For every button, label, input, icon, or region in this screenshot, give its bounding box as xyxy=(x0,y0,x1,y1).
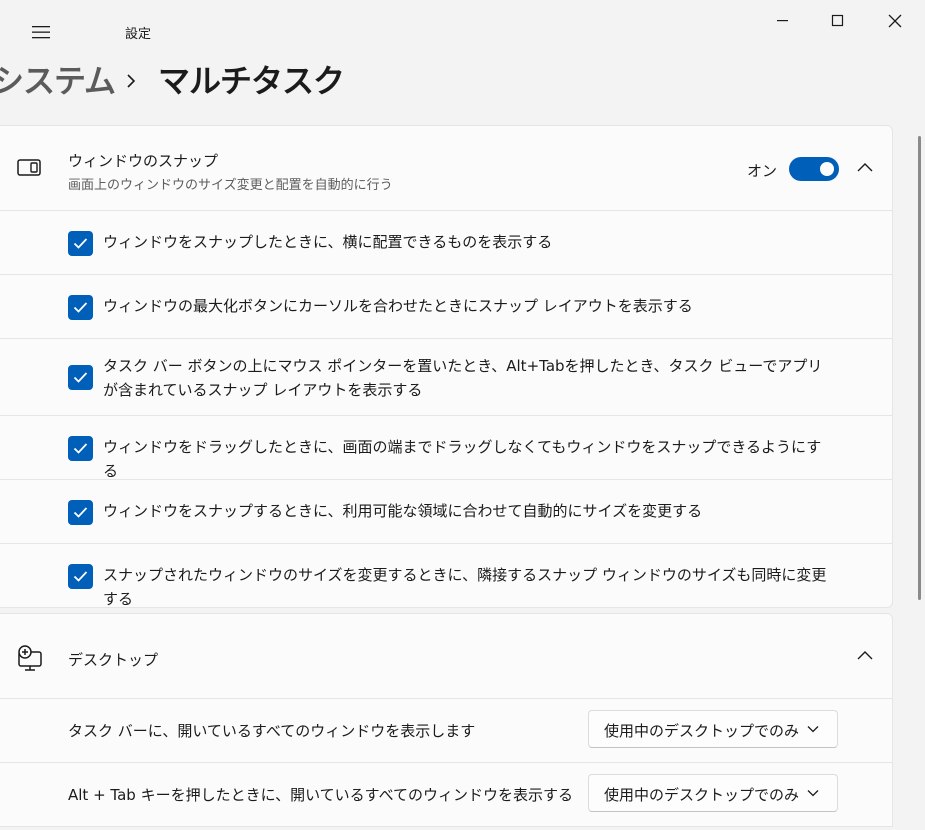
desktop-add-icon xyxy=(18,645,42,671)
snap-windows-header[interactable]: ウィンドウのスナップ 画面上のウィンドウのサイズ変更と配置を自動的に行う オン xyxy=(0,125,893,211)
snap-option-row: ウィンドウをスナップするときに、利用可能な領域に合わせて自動的にサイズを変更する xyxy=(0,480,893,544)
checkmark-icon xyxy=(73,571,88,582)
snap-options-list: ウィンドウをスナップしたときに、横に配置できるものを表示する ウィンドウの最大化… xyxy=(0,211,893,608)
chevron-down-icon xyxy=(807,726,819,733)
snap-title: ウィンドウのスナップ xyxy=(68,152,219,170)
collapse-button[interactable] xyxy=(852,156,878,180)
checkmark-icon xyxy=(73,372,88,383)
close-icon xyxy=(888,14,902,28)
breadcrumb-parent[interactable]: システム xyxy=(0,56,116,102)
snap-option-checkbox[interactable] xyxy=(68,231,93,256)
checkmark-icon xyxy=(73,507,88,518)
snap-option-row: ウィンドウの最大化ボタンにカーソルを合わせたときにスナップ レイアウトを表示する xyxy=(0,275,893,339)
snap-option-checkbox[interactable] xyxy=(68,500,93,525)
alt-tab-windows-dropdown[interactable]: 使用中のデスクトップでのみ xyxy=(588,774,838,812)
breadcrumb-separator-icon xyxy=(122,64,142,94)
dropdown-value: 使用中のデスクトップでのみ xyxy=(604,722,800,740)
snap-option-row: スナップされたウィンドウのサイズを変更するときに、隣接するスナップ ウィンドウの… xyxy=(0,544,893,608)
minimize-icon xyxy=(777,20,788,22)
hamburger-icon xyxy=(32,26,50,39)
snap-option-checkbox[interactable] xyxy=(68,436,93,461)
chevron-up-icon xyxy=(857,163,873,172)
app-title: 設定 xyxy=(125,27,152,42)
close-button[interactable] xyxy=(870,4,920,38)
checkmark-icon xyxy=(73,443,88,454)
checkmark-icon xyxy=(73,238,88,249)
desktop-setting-row: Alt + Tab キーを押したときに、開いているすべてのウィンドウを表示する … xyxy=(0,763,893,827)
desktop-setting-row: タスク バーに、開いているすべてのウィンドウを表示します 使用中のデスクトップで… xyxy=(0,699,893,763)
snap-subtitle: 画面上のウィンドウのサイズ変更と配置を自動的に行う xyxy=(68,178,393,193)
snap-window-icon xyxy=(17,159,41,176)
minimize-button[interactable] xyxy=(758,4,808,38)
desktops-title: デスクトップ xyxy=(68,651,159,669)
snap-option-checkbox[interactable] xyxy=(68,564,93,589)
checkmark-icon xyxy=(73,302,88,313)
maximize-icon xyxy=(831,14,844,27)
snap-option-label: タスク バー ボタンの上にマウス ポインターを置いたとき、Alt+Tabを押した… xyxy=(103,357,823,399)
snap-option-label: ウィンドウをドラッグしたときに、画面の端までドラッグしなくてもウィンドウをスナッ… xyxy=(103,438,822,480)
snap-option-row: タスク バー ボタンの上にマウス ポインターを置いたとき、Alt+Tabを押した… xyxy=(0,339,893,416)
navigation-menu-button[interactable] xyxy=(22,18,62,48)
snap-option-checkbox[interactable] xyxy=(68,365,93,390)
snap-option-label: ウィンドウの最大化ボタンにカーソルを合わせたときにスナップ レイアウトを表示する xyxy=(103,297,693,315)
snap-option-label: ウィンドウをスナップするときに、利用可能な領域に合わせて自動的にサイズを変更する xyxy=(103,502,703,520)
snap-option-row: ウィンドウをドラッグしたときに、画面の端までドラッグしなくてもウィンドウをスナッ… xyxy=(0,416,893,480)
toggle-state-label: オン xyxy=(747,162,778,180)
alt-tab-windows-label: Alt + Tab キーを押したときに、開いているすべてのウィンドウを表示する xyxy=(68,786,574,804)
snap-option-row: ウィンドウをスナップしたときに、横に配置できるものを表示する xyxy=(0,211,893,275)
chevron-down-icon xyxy=(807,790,819,797)
taskbar-windows-dropdown[interactable]: 使用中のデスクトップでのみ xyxy=(588,710,838,748)
title-bar: 設定 xyxy=(0,0,925,44)
chevron-up-icon xyxy=(857,651,873,660)
snap-option-label: ウィンドウをスナップしたときに、横に配置できるものを表示する xyxy=(103,233,553,251)
maximize-button[interactable] xyxy=(813,4,863,38)
snap-toggle[interactable] xyxy=(789,157,839,181)
scrollbar-thumb[interactable] xyxy=(918,136,921,600)
collapse-button[interactable] xyxy=(852,644,878,668)
dropdown-value: 使用中のデスクトップでのみ xyxy=(604,786,800,804)
toggle-knob xyxy=(820,162,834,176)
snap-option-label: スナップされたウィンドウのサイズを変更するときに、隣接するスナップ ウィンドウの… xyxy=(103,566,827,608)
taskbar-windows-label: タスク バーに、開いているすべてのウィンドウを表示します xyxy=(68,722,476,740)
snap-option-checkbox[interactable] xyxy=(68,295,93,320)
desktops-header[interactable]: デスクトップ xyxy=(0,613,893,699)
page-title: マルチタスク xyxy=(158,62,345,100)
